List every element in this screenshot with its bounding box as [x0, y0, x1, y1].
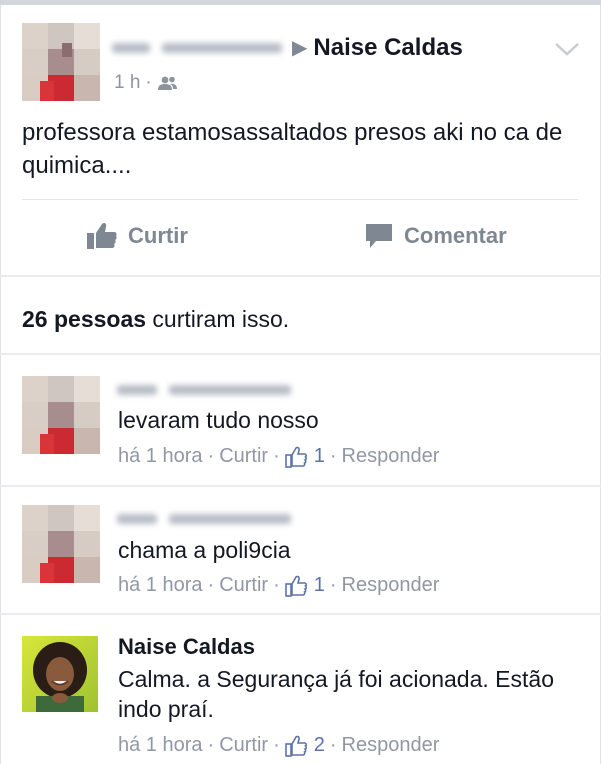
- comment-like-link[interactable]: Curtir: [219, 574, 268, 597]
- comment-like-count[interactable]: 1: [314, 445, 325, 468]
- separator-dot: ·: [207, 445, 215, 467]
- separator-dot: ·: [145, 72, 152, 93]
- comment-time[interactable]: há 1 hora: [118, 445, 203, 468]
- divider: [22, 199, 578, 200]
- comment-text: chama a poli9cia: [118, 537, 291, 563]
- separator-dot: ·: [207, 734, 215, 756]
- comment-meta: há 1 hora · Curtir · 2 · Responder: [118, 734, 439, 757]
- comment-reply-link[interactable]: Responder: [342, 734, 440, 757]
- commenter-name-blurred[interactable]: [117, 379, 293, 401]
- separator-dot: ·: [273, 445, 280, 467]
- target-name[interactable]: Naise Caldas: [313, 34, 462, 62]
- likes-count: 26 pessoas: [22, 306, 147, 332]
- divider: [0, 353, 601, 355]
- separator-dot: ·: [273, 734, 280, 756]
- comment-icon: [366, 224, 392, 248]
- like-button[interactable]: Curtir: [86, 222, 188, 250]
- comment-text: Calma. a Segurança já foi acionada. Estã…: [118, 666, 554, 722]
- thumbs-up-icon: [87, 223, 117, 249]
- post-time[interactable]: 1 h: [114, 72, 140, 94]
- comment-meta: há 1 hora · Curtir · 1 · Responder: [118, 445, 439, 468]
- like-button-label: Curtir: [128, 223, 188, 248]
- comment-reply-link[interactable]: Responder: [342, 574, 440, 597]
- likes-suffix: curtiram isso.: [152, 306, 290, 332]
- comment-like-count[interactable]: 1: [314, 574, 325, 597]
- author-avatar[interactable]: [22, 23, 100, 101]
- comment-meta: há 1 hora · Curtir · 1 · Responder: [118, 574, 439, 597]
- comment-time[interactable]: há 1 hora: [118, 734, 203, 757]
- commenter-name-blurred[interactable]: [117, 508, 293, 530]
- comment-like-link[interactable]: Curtir: [219, 445, 268, 468]
- commenter-avatar[interactable]: [22, 376, 100, 454]
- comment-text: levaram tudo nosso: [118, 407, 319, 433]
- divider: [0, 275, 601, 277]
- chevron-down-icon[interactable]: [554, 40, 580, 58]
- separator-dot: ·: [273, 574, 280, 596]
- commenter-avatar[interactable]: [22, 636, 98, 712]
- separator-dot: ·: [329, 574, 337, 596]
- commenter-name[interactable]: Naise Caldas: [118, 634, 255, 660]
- separator-dot: ·: [329, 445, 337, 467]
- commenter-avatar[interactable]: [22, 505, 100, 583]
- thumbs-up-outline-icon[interactable]: [284, 446, 307, 468]
- comment-time[interactable]: há 1 hora: [118, 574, 203, 597]
- post-text: professora estamosassaltados presos aki …: [22, 119, 563, 179]
- author-name-blurred[interactable]: [112, 37, 286, 59]
- thumbs-up-outline-icon[interactable]: [284, 735, 307, 757]
- separator-dot: ·: [207, 574, 215, 596]
- likes-summary[interactable]: 26 pessoas curtiram isso.: [22, 306, 289, 333]
- comment-like-link[interactable]: Curtir: [219, 734, 268, 757]
- post-meta: 1 h ·: [114, 72, 179, 94]
- comment-button[interactable]: Comentar: [364, 222, 507, 250]
- thumbs-up-outline-icon[interactable]: [284, 575, 307, 597]
- post-header: ▶ Naise Caldas: [112, 34, 463, 62]
- comment-reply-link[interactable]: Responder: [342, 445, 440, 468]
- divider: [0, 485, 601, 487]
- triangle-right-icon: ▶: [292, 37, 308, 59]
- divider: [0, 613, 601, 615]
- comment-button-label: Comentar: [404, 223, 507, 248]
- friends-icon[interactable]: [157, 75, 179, 91]
- comment-like-count[interactable]: 2: [314, 734, 325, 757]
- separator-dot: ·: [329, 734, 337, 756]
